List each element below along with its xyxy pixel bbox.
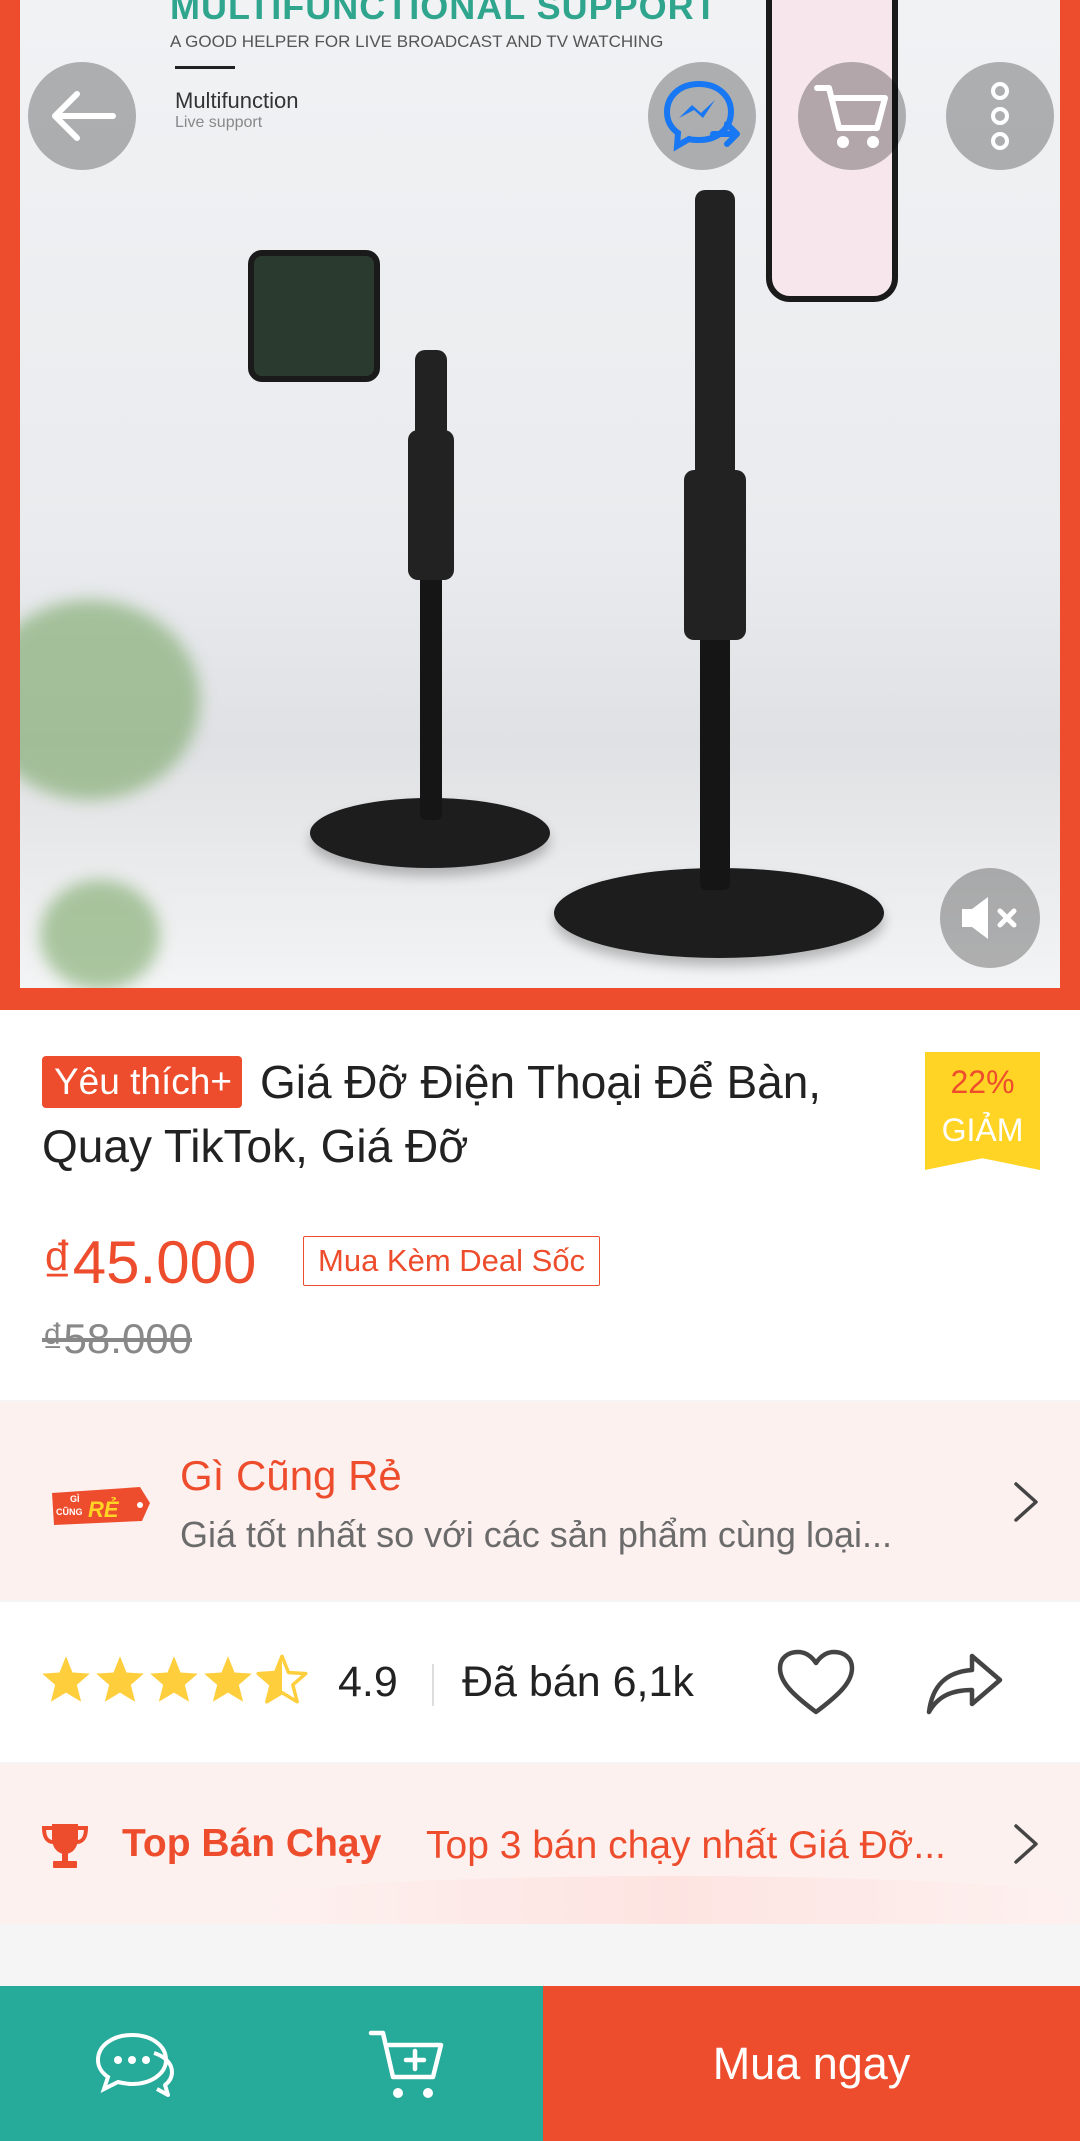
top-seller-label: Top Bán Chạy [122, 1822, 382, 1865]
product-title: Yêu thích+ Giá Đỡ Điện Thoại Để Bàn, Quay… [42, 1050, 902, 1178]
gi-cung-re-logo: GÌ CŨNG RẺ [52, 1487, 150, 1525]
plant-blur [40, 880, 160, 988]
cart-icon [814, 85, 888, 148]
add-to-cart-button[interactable] [270, 1986, 543, 2141]
discount-label: GIẢM [941, 1112, 1024, 1148]
stand-pole-right [700, 620, 730, 890]
rating-divider [432, 1664, 434, 1706]
more-options-button[interactable] [946, 62, 1054, 170]
stand-joint-left [408, 430, 454, 580]
promo-gi-cung-re[interactable]: GÌ CŨNG RẺ Gì Cũng Rẻ Giá tốt nhất so vớ… [0, 1402, 1080, 1600]
share-icon[interactable] [924, 1650, 1006, 1718]
stand-neck-right [695, 190, 735, 480]
banner-title: MULTIFUNCTIONAL SUPPORT [170, 0, 718, 27]
logo-text-mid: CŨNG [56, 1507, 83, 1517]
current-price: ₫45.000 [42, 1229, 257, 1296]
promo-title: Gì Cũng Rẻ [180, 1452, 402, 1499]
stand-neck-left [415, 350, 447, 440]
more-vertical-icon [991, 82, 1009, 150]
chevron-right-icon [1014, 1482, 1038, 1522]
logo-text-main: RẺ [88, 1497, 120, 1522]
buy-now-button[interactable]: Mua ngay [543, 1986, 1080, 2141]
messenger-button[interactable] [648, 62, 756, 170]
messenger-icon [663, 80, 740, 152]
top-seller-description: Top 3 bán chạy nhất Giá Đỡ... [426, 1824, 946, 1867]
rating-value: 4.9 [338, 1658, 398, 1706]
star-full-icon [150, 1656, 198, 1702]
feature-subtitle: Live support [175, 114, 263, 131]
top-seller-row[interactable]: Top Bán Chạy Top 3 bán chạy nhất Giá Đỡ.… [0, 1764, 1080, 1924]
product-image-gallery[interactable]: MULTIFUNCTIONAL SUPPORT A GOOD HELPER FO… [0, 0, 1080, 1010]
stand-pole-left [420, 560, 442, 820]
rating-row: 4.9 Đã bán 6,1k [0, 1602, 1080, 1762]
phone-left [248, 250, 380, 382]
mute-icon [962, 897, 1017, 939]
star-full-icon [96, 1656, 144, 1702]
favorite-plus-badge: Yêu thích+ [42, 1056, 242, 1108]
back-button[interactable] [28, 62, 136, 170]
sold-count: Đã bán 6,1k [462, 1658, 694, 1706]
chat-button[interactable] [0, 1986, 270, 2141]
original-price: ₫58.000 [42, 1315, 193, 1362]
deal-tag[interactable]: Mua Kèm Deal Sốc [303, 1236, 601, 1286]
product-info: Yêu thích+ Giá Đỡ Điện Thoại Để Bàn, Quay… [0, 1010, 1080, 1400]
section-gap [0, 1924, 1080, 1986]
star-full-icon [204, 1656, 252, 1702]
star-full-icon [42, 1656, 90, 1702]
stand-joint-right [684, 470, 746, 640]
discount-percent: 22% [950, 1064, 1015, 1100]
feature-title: Multifunction [175, 88, 299, 113]
chat-icon [95, 2032, 174, 2097]
mute-button[interactable] [940, 868, 1040, 968]
star-half-icon [256, 1654, 308, 1704]
back-arrow-icon [52, 91, 116, 141]
banner-subtitle: A GOOD HELPER FOR LIVE BROADCAST AND TV … [170, 32, 664, 51]
banner-divider [175, 66, 235, 69]
logo-text-top: GÌ [70, 1494, 80, 1504]
table-surface [20, 770, 1060, 988]
product-image[interactable]: MULTIFUNCTIONAL SUPPORT A GOOD HELPER FO… [20, 0, 1060, 988]
add-to-cart-icon [368, 2030, 443, 2098]
chevron-right-icon [1014, 1824, 1038, 1864]
top-seller-decoration [260, 1876, 1080, 1924]
trophy-icon [41, 1824, 89, 1868]
promo-subtitle: Giá tốt nhất so với các sản phẩm cùng lo… [180, 1514, 892, 1555]
heart-icon[interactable] [776, 1648, 856, 1718]
bottom-action-bar: Mua ngay [0, 1986, 1080, 2141]
rating-stars[interactable] [40, 1654, 308, 1704]
cart-button[interactable] [798, 62, 906, 170]
discount-badge: 22% GIẢM [925, 1052, 1040, 1170]
